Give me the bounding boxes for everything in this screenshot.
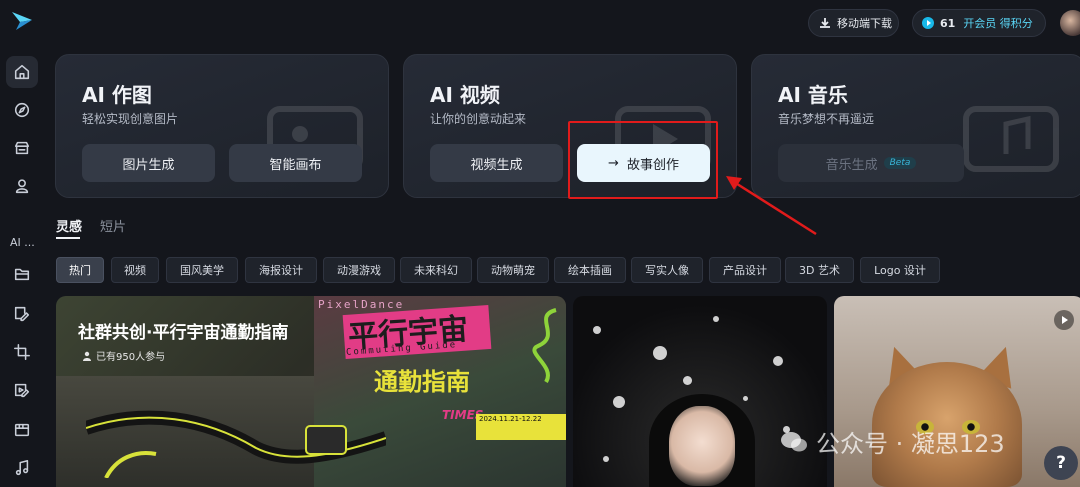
sidebar-profile-button[interactable] <box>6 170 38 202</box>
chip-poster[interactable]: 海报设计 <box>245 257 317 283</box>
sidebar-storyboard-button[interactable] <box>6 414 38 446</box>
chip-hot[interactable]: 热门 <box>56 257 104 283</box>
featured-campaign-card[interactable]: PixelDance 平行宇宙 Commuting Guide 通勤指南 TIM… <box>56 296 566 487</box>
person-icon <box>83 351 91 361</box>
chip-scifi[interactable]: 未来科幻 <box>400 257 472 283</box>
sidebar: AI ... <box>0 0 42 487</box>
ai-image-card: AI 作图 轻松实现创意图片 图片生成 智能画布 <box>55 54 389 198</box>
storyboard-icon <box>14 423 30 437</box>
mobile-download-label: 移动端下载 <box>837 17 892 30</box>
help-button[interactable]: ? <box>1044 446 1078 480</box>
music-generate-label: 音乐生成 <box>825 157 878 173</box>
folder-icon <box>14 268 30 281</box>
featured-participants: 已有950人参与 <box>82 348 165 363</box>
sidebar-image-edit-button[interactable] <box>6 298 38 330</box>
video-generate-button[interactable]: 视频生成 <box>430 144 563 182</box>
card-title: AI 作图 <box>82 83 152 107</box>
participants-label: 已有950人参与 <box>96 352 166 363</box>
card-title: AI 音乐 <box>778 83 848 107</box>
music-deco-icon <box>963 106 1059 172</box>
card-subtitle: 轻松实现创意图片 <box>82 112 179 126</box>
image-generate-button[interactable]: 图片生成 <box>82 144 215 182</box>
chip-guofeng[interactable]: 国风美学 <box>166 257 238 283</box>
card-subtitle: 让你的创意动起来 <box>430 112 527 126</box>
beta-badge: Beta <box>883 157 917 169</box>
user-icon <box>15 179 29 194</box>
membership-link[interactable]: 开会员 得积分 <box>963 15 1033 31</box>
compass-icon <box>14 102 30 118</box>
sidebar-section-label: AI ... <box>10 236 35 249</box>
chip-3d-art[interactable]: 3D 艺术 <box>785 257 854 283</box>
poster-date: 2024.11.21-12.22 <box>476 414 566 440</box>
sidebar-folder-button[interactable] <box>6 258 38 290</box>
tab-inspiration[interactable]: 灵感 <box>56 216 82 235</box>
red-arrow-icon <box>726 176 817 236</box>
video-play-icon <box>1054 310 1074 330</box>
story-create-label: 故事创作 <box>626 157 679 173</box>
wechat-icon <box>781 431 807 451</box>
credits-button[interactable]: 61 开会员 得积分 <box>912 9 1046 37</box>
arrow-right-icon: → <box>608 155 619 171</box>
home-icon <box>14 64 30 80</box>
sidebar-store-button[interactable] <box>6 132 38 164</box>
watermark-text: 公众号 · 凝思123 <box>816 430 1005 458</box>
download-icon <box>820 18 830 28</box>
sidebar-video-edit-button[interactable] <box>6 374 38 406</box>
chip-logo[interactable]: Logo 设计 <box>860 257 940 283</box>
green-swirl-icon <box>532 308 557 384</box>
sidebar-music-button[interactable] <box>6 452 38 484</box>
chip-anime[interactable]: 动漫游戏 <box>323 257 395 283</box>
chip-portrait[interactable]: 写实人像 <box>631 257 703 283</box>
store-icon <box>14 141 30 155</box>
mobile-download-button[interactable]: 移动端下载 <box>808 9 899 37</box>
sidebar-explore-button[interactable] <box>6 94 38 126</box>
featured-title: 社群共创·平行宇宙通勤指南 <box>78 323 289 343</box>
poster-yellow-title: 通勤指南 <box>374 368 470 396</box>
ai-video-card: AI 视频 让你的创意动起来 视频生成 → 故事创作 <box>403 54 737 198</box>
card-subtitle: 音乐梦想不再遥远 <box>778 112 875 126</box>
chip-video[interactable]: 视频 <box>111 257 159 283</box>
credits-count: 61 <box>940 16 956 30</box>
image-edit-icon <box>14 306 30 322</box>
chip-picture-book[interactable]: 绘本插画 <box>554 257 626 283</box>
chip-product[interactable]: 产品设计 <box>709 257 781 283</box>
smart-canvas-button[interactable]: 智能画布 <box>229 144 362 182</box>
portrait-face <box>669 406 735 486</box>
music-icon <box>15 460 29 476</box>
card-title: AI 视频 <box>430 83 500 107</box>
watermark: 公众号 · 凝思123 <box>780 424 1005 459</box>
tab-underline <box>56 237 80 239</box>
video-edit-icon <box>14 383 30 398</box>
crop-icon <box>14 344 30 360</box>
sidebar-home-button[interactable] <box>6 56 38 88</box>
chip-pets[interactable]: 动物萌宠 <box>477 257 549 283</box>
avatar[interactable] <box>1060 10 1080 36</box>
tab-shorts[interactable]: 短片 <box>100 216 126 235</box>
credits-icon <box>922 17 934 29</box>
bicycle-handle-image <box>86 410 386 478</box>
logo-icon[interactable] <box>10 10 34 32</box>
story-create-button[interactable]: → 故事创作 <box>577 144 710 182</box>
sidebar-crop-button[interactable] <box>6 336 38 368</box>
